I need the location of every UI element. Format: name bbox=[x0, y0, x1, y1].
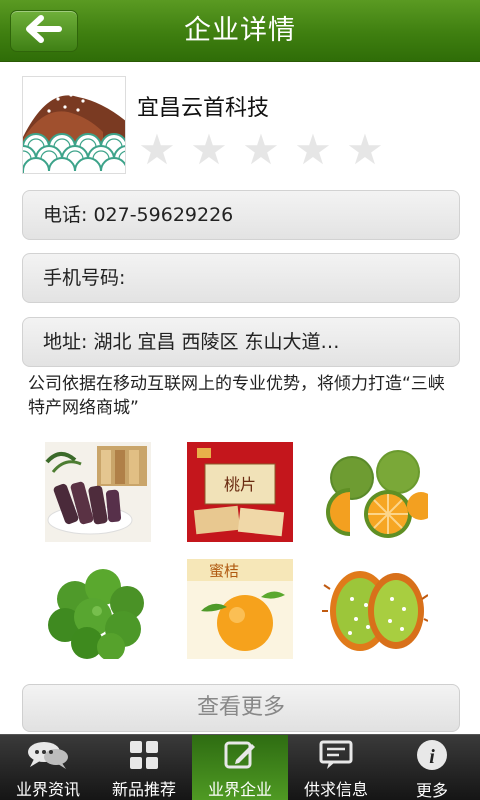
svg-text:i: i bbox=[429, 746, 435, 768]
company-description: 公司依据在移动互联网上的专业优势，将倾力打造“三峡特产网络商城” bbox=[28, 374, 445, 418]
star-icon[interactable]: ★ bbox=[291, 128, 335, 172]
info-icon: i bbox=[416, 739, 448, 771]
company-detail: 宜昌云首科技 ★ ★ ★ ★ ★ 电话: 027-59629226 手机号码: … bbox=[0, 62, 480, 734]
product-image[interactable]: 桃片 bbox=[187, 442, 293, 542]
grid-icon bbox=[129, 739, 159, 770]
tab-label: 供求信息 bbox=[303, 780, 368, 799]
tab-label: 业界资讯 bbox=[15, 780, 80, 799]
tab-industry-news[interactable]: 业界资讯 bbox=[0, 735, 96, 800]
star-icon[interactable]: ★ bbox=[135, 128, 179, 172]
company-name: 宜昌云首科技 bbox=[137, 96, 270, 121]
product-image[interactable] bbox=[45, 442, 151, 542]
product-image[interactable]: 蜜桔 bbox=[187, 559, 293, 659]
address-field[interactable]: 地址: 湖北 宜昌 西陵区 东山大道… bbox=[22, 317, 460, 367]
star-rating[interactable]: ★ ★ ★ ★ ★ bbox=[135, 128, 387, 172]
back-arrow-icon bbox=[25, 15, 63, 47]
tab-supply-demand[interactable]: 供求信息 bbox=[288, 735, 384, 800]
tab-more[interactable]: i 更多 bbox=[384, 735, 480, 800]
tab-label: 新品推荐 bbox=[111, 780, 176, 799]
company-logo bbox=[22, 76, 126, 174]
tab-label: 业界企业 bbox=[207, 780, 272, 799]
svg-text:桃片: 桃片 bbox=[224, 476, 256, 494]
view-more-button[interactable]: 查看更多 bbox=[22, 684, 460, 732]
tab-industry-companies[interactable]: 业界企业 bbox=[192, 735, 288, 800]
star-icon[interactable]: ★ bbox=[187, 128, 231, 172]
header-bar: 企业详情 bbox=[0, 0, 480, 62]
back-button[interactable] bbox=[10, 10, 78, 52]
edit-icon bbox=[224, 739, 256, 770]
product-image[interactable] bbox=[45, 559, 151, 659]
tab-new-products[interactable]: 新品推荐 bbox=[96, 735, 192, 800]
svg-text:蜜桔: 蜜桔 bbox=[209, 563, 239, 580]
chat-bubbles-icon bbox=[26, 739, 70, 770]
bottom-tab-bar: 业界资讯 新品推荐 业界企业 供求信息 i 更多 bbox=[0, 734, 480, 800]
product-image[interactable] bbox=[322, 442, 428, 542]
mobile-field[interactable]: 手机号码: bbox=[22, 253, 460, 303]
tab-label: 更多 bbox=[415, 781, 448, 800]
star-icon[interactable]: ★ bbox=[343, 128, 387, 172]
phone-field[interactable]: 电话: 027-59629226 bbox=[22, 190, 460, 240]
message-icon bbox=[319, 739, 353, 770]
star-icon[interactable]: ★ bbox=[239, 128, 283, 172]
product-image[interactable] bbox=[322, 559, 428, 659]
